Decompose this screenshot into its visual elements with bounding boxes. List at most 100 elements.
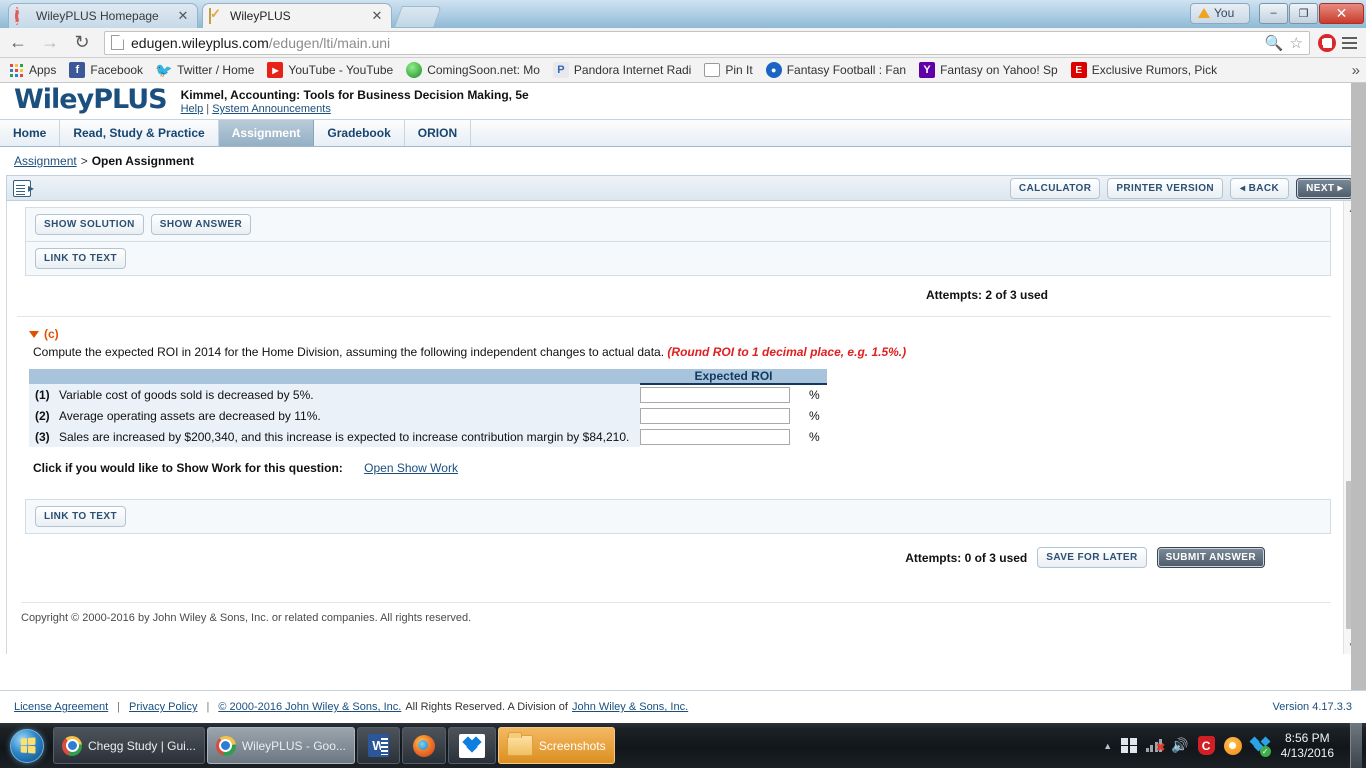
expected-roi-input-3[interactable] — [640, 428, 790, 445]
column-header-expected-roi: Expected ROI — [640, 369, 827, 385]
expected-roi-input-2[interactable] — [640, 407, 790, 424]
orange-circle-icon[interactable] — [1223, 736, 1242, 755]
address-bar[interactable]: edugen.wileyplus.com /edugen/lti/main.un… — [104, 30, 1310, 55]
taskbar-item-dropbox[interactable] — [447, 727, 496, 764]
show-answer-button[interactable]: SHOW ANSWER — [150, 214, 252, 235]
adblock-icon[interactable] — [1318, 33, 1336, 52]
browser-navigation-bar: ← → ↻ edugen.wileyplus.com /edugen/lti/m… — [0, 28, 1366, 58]
bookmark-youtube[interactable]: ▶ YouTube - YouTube — [267, 62, 393, 78]
expected-roi-input-1[interactable] — [640, 387, 790, 403]
bookmark-comingsoon[interactable]: ComingSoon.net: Mo — [406, 62, 540, 78]
close-window-button[interactable]: ✕ — [1319, 2, 1364, 24]
question-part-header[interactable]: (c) — [7, 317, 1343, 341]
tab-gradebook[interactable]: Gradebook — [314, 120, 405, 146]
close-icon[interactable]: ✕ — [175, 8, 191, 24]
close-icon[interactable]: ✕ — [369, 8, 385, 24]
bookmark-label: Twitter / Home — [177, 63, 255, 77]
start-button[interactable] — [3, 726, 51, 766]
chevron-down-icon[interactable] — [29, 331, 39, 339]
help-link[interactable]: Help — [181, 103, 204, 115]
restore-button[interactable]: ❐ — [1289, 2, 1318, 24]
browser-page-scrollbar[interactable] — [1351, 83, 1366, 690]
reload-icon[interactable]: ↻ — [68, 30, 96, 56]
link-to-text-button[interactable]: LINK TO TEXT — [35, 248, 126, 269]
next-button[interactable]: NEXT ▸ — [1296, 177, 1353, 199]
taskbar-item-chegg[interactable]: Chegg Study | Gui... — [53, 727, 205, 764]
question-scroll-region: SHOW SOLUTION SHOW ANSWER LINK TO TEXT A… — [7, 201, 1343, 654]
privacy-policy-link[interactable]: Privacy Policy — [129, 701, 197, 713]
wileyplus-logo: WileyPLUS — [14, 84, 168, 115]
bookmarks-bar: Apps f Facebook 🐦 Twitter / Home ▶ YouTu… — [0, 58, 1366, 83]
tray-overflow-icon[interactable]: ▲ — [1103, 741, 1112, 751]
chrome-menu-icon[interactable] — [1336, 36, 1362, 49]
youtube-icon: ▶ — [267, 62, 284, 78]
breadcrumb-assignment-link[interactable]: Assignment — [14, 154, 77, 168]
open-show-work-link[interactable]: Open Show Work — [364, 461, 458, 475]
rounding-note: (Round ROI to 1 decimal place, e.g. 1.5%… — [667, 345, 907, 359]
footer-copyright-link[interactable]: © 2000-2016 John Wiley & Sons, Inc. — [218, 701, 401, 713]
wiley-check-icon — [209, 7, 224, 24]
course-title: Kimmel, Accounting: Tools for Business D… — [180, 88, 529, 102]
link-to-text-button-lower[interactable]: LINK TO TEXT — [35, 506, 126, 527]
assignment-toolbar: CALCULATOR PRINTER VERSION ◂ BACK NEXT ▸ — [6, 175, 1360, 201]
comodo-shield-icon[interactable]: C — [1197, 736, 1215, 755]
bookmark-star-icon[interactable]: ☆ — [1290, 34, 1303, 52]
tab-home[interactable]: Home — [0, 120, 61, 146]
new-tab-button[interactable] — [394, 6, 442, 27]
footer-divider: | — [117, 701, 121, 713]
bookmark-espn-rumors[interactable]: E Exclusive Rumors, Pick — [1070, 62, 1217, 78]
taskbar-item-word[interactable]: W — [356, 727, 400, 764]
taskbar-item-wileyplus[interactable]: WileyPLUS - Goo... — [206, 727, 355, 764]
back-button[interactable]: ◂ BACK — [1230, 177, 1290, 199]
bookmark-label: Fantasy Football : Fan — [786, 63, 907, 77]
bookmark-pandora[interactable]: P Pandora Internet Radi — [552, 62, 691, 78]
taskbar-item-screenshots[interactable]: Screenshots — [497, 727, 615, 764]
dropbox-sync-icon[interactable]: ✓ — [1249, 736, 1271, 757]
calculator-button[interactable]: CALCULATOR — [1009, 177, 1101, 199]
bookmark-pinit[interactable]: Pin It — [704, 63, 753, 77]
clock[interactable]: 8:56 PM 4/13/2016 — [1278, 731, 1341, 761]
bookmark-apps[interactable]: Apps — [8, 62, 56, 78]
submit-answer-button[interactable]: SUBMIT ANSWER — [1156, 547, 1265, 568]
pandora-icon: P — [552, 62, 569, 78]
apps-grid-icon — [8, 62, 24, 78]
bookmark-facebook[interactable]: f Facebook — [69, 62, 143, 78]
printer-version-button[interactable]: PRINTER VERSION — [1107, 177, 1224, 199]
bookmarks-overflow-icon[interactable]: » — [1352, 62, 1360, 79]
license-agreement-link[interactable]: License Agreement — [14, 701, 108, 713]
tab-read-study-practice[interactable]: Read, Study & Practice — [60, 120, 219, 146]
header-links: Help | System Announcements — [181, 103, 529, 115]
system-announcements-link[interactable]: System Announcements — [212, 103, 331, 115]
chrome-icon — [62, 735, 82, 756]
volume-icon[interactable]: 🔊 — [1171, 737, 1188, 754]
browser-tab-wileyplus[interactable]: WileyPLUS ✕ — [202, 3, 392, 28]
bookmark-fantasy-football[interactable]: ● Fantasy Football : Fan — [765, 62, 907, 78]
assignment-info-icon[interactable] — [13, 179, 34, 197]
facebook-icon: f — [69, 62, 86, 78]
tab-orion[interactable]: ORION — [405, 120, 472, 146]
twitter-icon: 🐦 — [155, 61, 173, 78]
show-desktop-button[interactable] — [1350, 723, 1362, 768]
tab-assignment[interactable]: Assignment — [218, 120, 315, 146]
table-row: (3) Sales are increased by $200,340, and… — [29, 426, 827, 447]
footer-division-link[interactable]: John Wiley & Sons, Inc. — [572, 701, 688, 713]
back-icon[interactable]: ← — [4, 30, 32, 56]
lower-attempts-text: Attempts: 0 of 3 used — [905, 550, 1028, 565]
bookmark-label: YouTube - YouTube — [288, 63, 394, 77]
bookmark-yahoo-fantasy[interactable]: Y Fantasy on Yahoo! Sp — [919, 62, 1058, 78]
minimize-button[interactable]: – — [1259, 2, 1288, 24]
inner-copyright-text: Copyright © 2000-2016 by John Wiley & So… — [21, 602, 1331, 624]
windows-flag-icon[interactable] — [1121, 737, 1137, 754]
taskbar-item-firefox[interactable] — [401, 727, 446, 764]
word-icon: W — [367, 734, 389, 757]
network-disconnected-icon[interactable]: ✖ — [1145, 739, 1165, 754]
windows-taskbar: Chegg Study | Gui... WileyPLUS - Goo... … — [0, 723, 1366, 768]
row-number: (1) — [29, 384, 59, 405]
zoom-out-icon[interactable]: 🔍 — [1265, 34, 1284, 52]
profile-button[interactable]: You — [1190, 2, 1250, 24]
bookmark-twitter[interactable]: 🐦 Twitter / Home — [155, 61, 255, 78]
save-for-later-button[interactable]: SAVE FOR LATER — [1037, 547, 1147, 568]
show-solution-button[interactable]: SHOW SOLUTION — [35, 214, 144, 235]
browser-tab-wileyplus-homepage[interactable]: WileyPLUS Homepage ✕ — [8, 3, 198, 28]
close-icon: ✕ — [1335, 4, 1348, 21]
